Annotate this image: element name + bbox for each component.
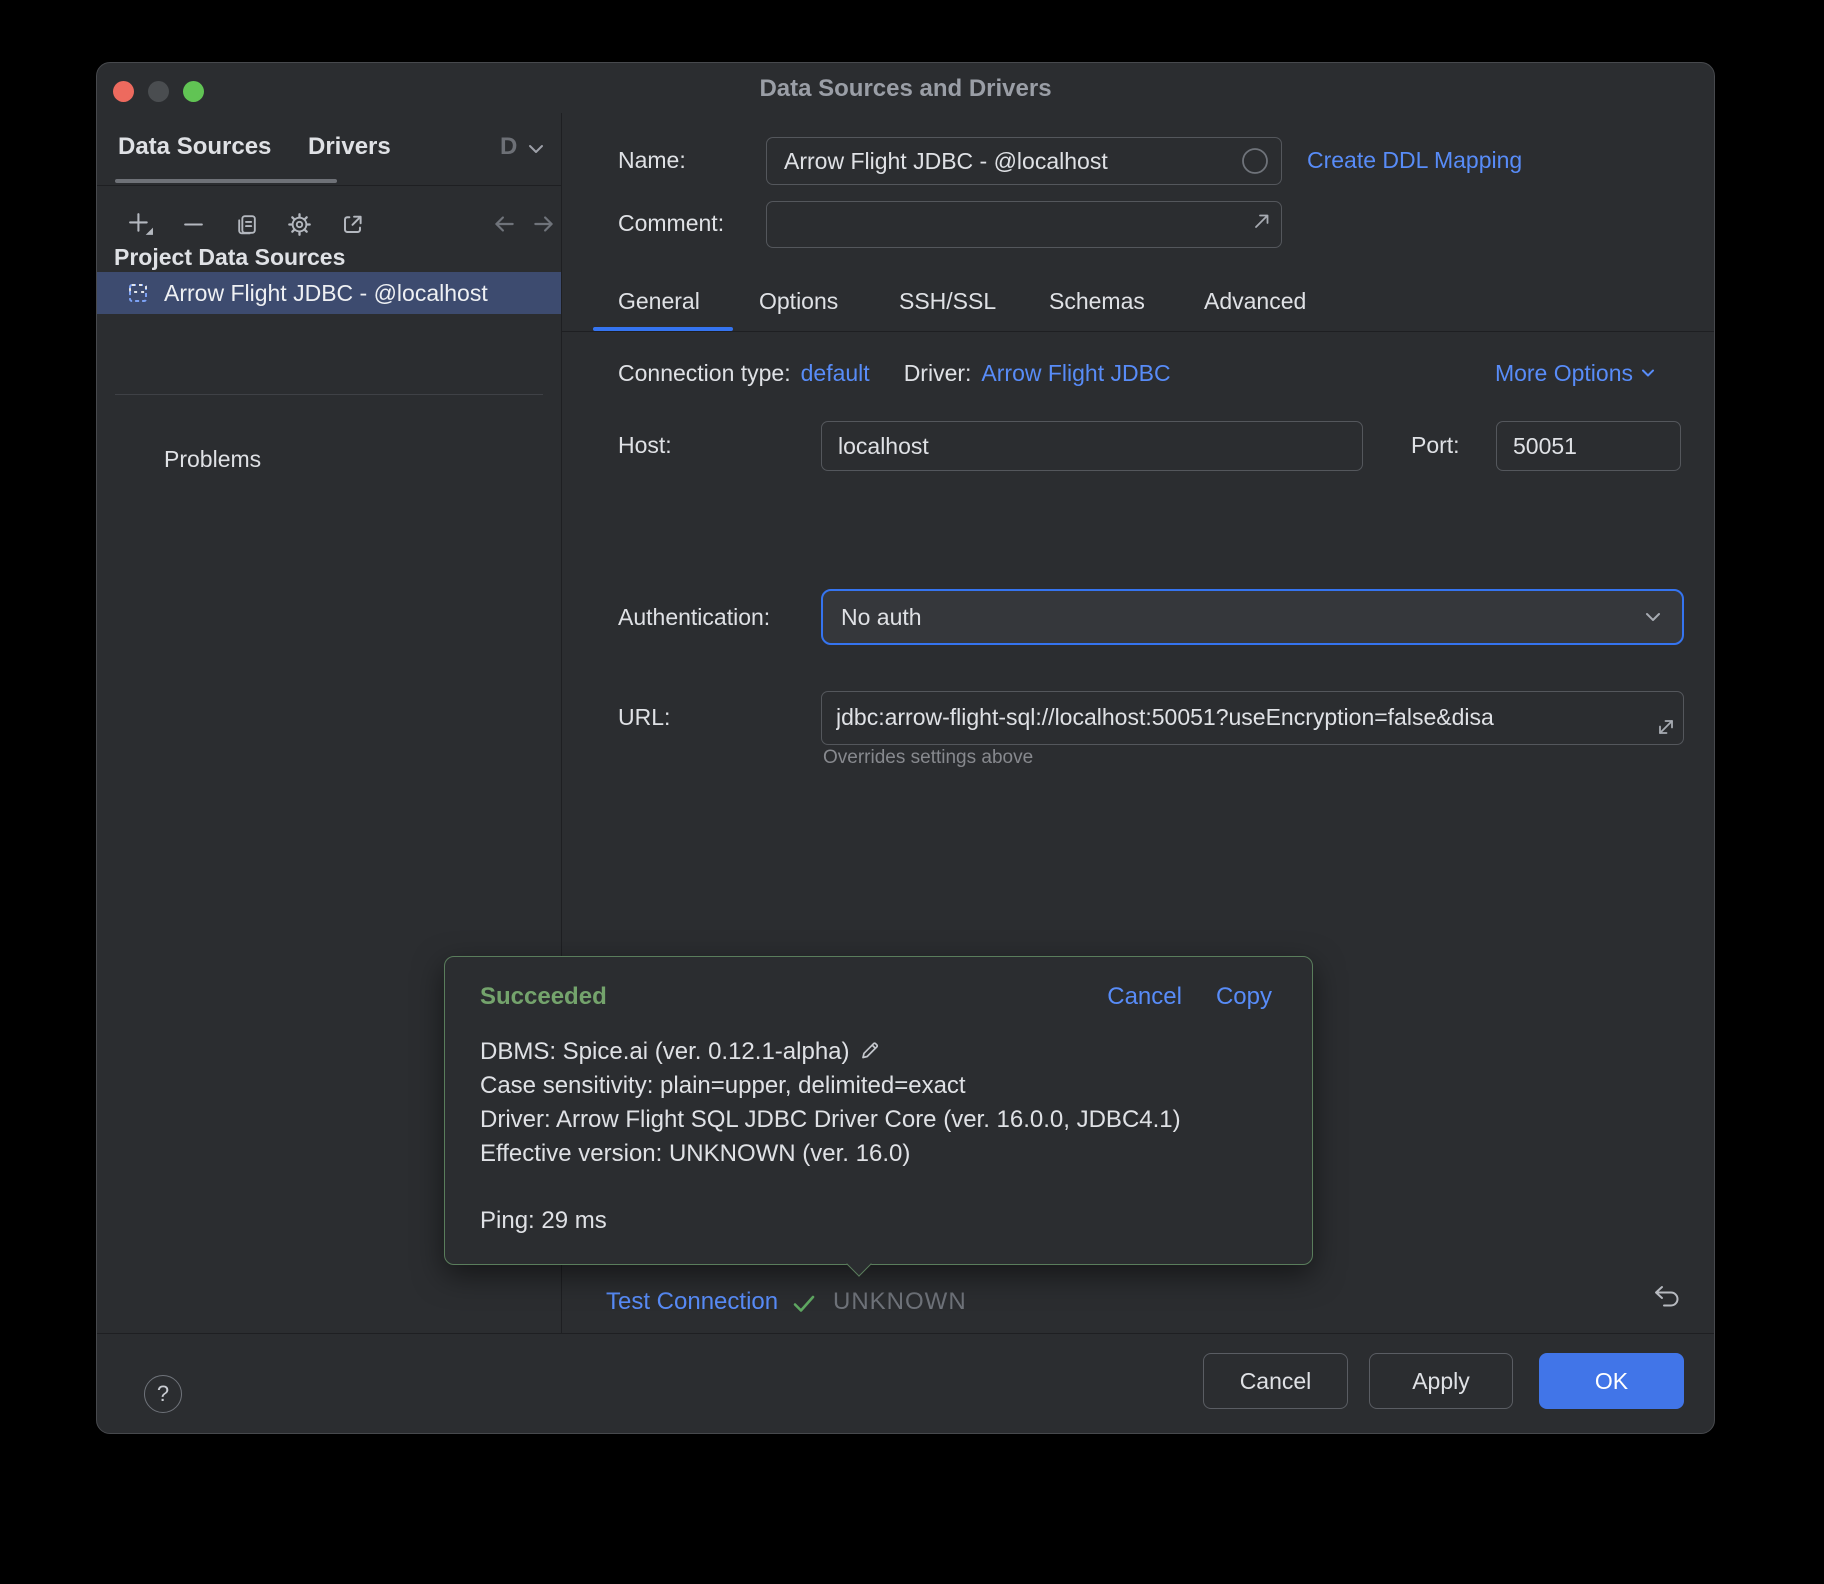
authentication-value: No auth bbox=[841, 591, 922, 643]
url-value: jdbc:arrow-flight-sql://localhost:50051?… bbox=[836, 692, 1664, 742]
refresh-circle-icon bbox=[1241, 147, 1269, 175]
checkmark-icon bbox=[791, 1291, 817, 1317]
expand-comment-icon[interactable] bbox=[1250, 209, 1274, 233]
port-label: Port: bbox=[1411, 421, 1460, 469]
name-input[interactable]: Arrow Flight JDBC - @localhost bbox=[766, 137, 1282, 185]
add-icon[interactable] bbox=[123, 207, 157, 241]
sidebar-tab-bar: Data Sources Drivers D bbox=[97, 113, 561, 186]
driver-info: Driver: Arrow Flight SQL JDBC Driver Cor… bbox=[480, 1103, 1181, 1137]
dbms-info: DBMS: Spice.ai (ver. 0.12.1-alpha) bbox=[480, 1038, 850, 1065]
chevron-down-icon bbox=[1642, 606, 1664, 628]
remove-icon[interactable] bbox=[176, 207, 210, 241]
chevron-down-icon bbox=[1639, 364, 1657, 382]
more-options-label: More Options bbox=[1495, 360, 1633, 387]
tab-advanced[interactable]: Advanced bbox=[1204, 283, 1306, 319]
pencil-icon[interactable] bbox=[858, 1038, 882, 1062]
project-data-sources-header: Project Data Sources bbox=[114, 244, 345, 271]
undo-icon[interactable] bbox=[1651, 1282, 1683, 1314]
sidebar-item-problems[interactable]: Problems bbox=[164, 446, 261, 473]
driver-label: Driver: bbox=[904, 360, 972, 387]
data-source-icon bbox=[127, 282, 149, 304]
tab-data-sources[interactable]: Data Sources bbox=[118, 127, 271, 167]
driver-value-link[interactable]: Arrow Flight JDBC bbox=[981, 360, 1170, 387]
connection-type-label: Connection type: bbox=[618, 360, 791, 387]
connection-type-value-link[interactable]: default bbox=[801, 360, 870, 387]
comment-label: Comment: bbox=[618, 201, 724, 246]
tab-ddl-truncated[interactable]: D bbox=[500, 127, 517, 167]
ok-button[interactable]: OK bbox=[1539, 1353, 1684, 1409]
create-ddl-mapping-link[interactable]: Create DDL Mapping bbox=[1307, 137, 1522, 183]
open-in-new-window-icon[interactable] bbox=[335, 207, 369, 241]
data-source-list-item-selected[interactable]: Arrow Flight JDBC - @localhost bbox=[97, 272, 561, 314]
active-tab-indicator bbox=[115, 179, 337, 183]
effective-version-info: Effective version: UNKNOWN (ver. 16.0) bbox=[480, 1137, 1181, 1171]
port-input[interactable]: 50051 bbox=[1496, 421, 1681, 471]
url-label: URL: bbox=[618, 691, 670, 743]
gear-icon[interactable] bbox=[282, 207, 316, 241]
popup-copy-link[interactable]: Copy bbox=[1216, 983, 1272, 1011]
title-bar: Data Sources and Drivers bbox=[97, 63, 1714, 113]
duplicate-icon[interactable] bbox=[229, 207, 263, 241]
more-options-link[interactable]: More Options bbox=[1495, 357, 1657, 389]
tab-drivers[interactable]: Drivers bbox=[308, 127, 391, 167]
window-title: Data Sources and Drivers bbox=[97, 63, 1714, 115]
name-value: Arrow Flight JDBC - @localhost bbox=[784, 138, 1108, 184]
test-connection-link[interactable]: Test Connection bbox=[606, 1288, 778, 1316]
screen: Data Sources and Drivers Data Sources Dr… bbox=[0, 0, 1824, 1584]
footer: ? Cancel Apply OK bbox=[97, 1334, 1714, 1432]
tab-general[interactable]: General bbox=[618, 283, 700, 319]
sidebar-divider bbox=[115, 394, 543, 395]
connection-type-row: Connection type: default Driver: Arrow F… bbox=[618, 357, 1171, 389]
data-source-name: Arrow Flight JDBC - @localhost bbox=[164, 280, 488, 307]
test-connection-result-popup: Succeeded Cancel Copy DBMS: Spice.ai (ve… bbox=[444, 956, 1313, 1265]
tab-options[interactable]: Options bbox=[759, 283, 838, 319]
tab-ssh-ssl[interactable]: SSH/SSL bbox=[899, 283, 996, 319]
test-result-text: UNKNOWN bbox=[833, 1288, 967, 1316]
case-sensitivity-info: Case sensitivity: plain=upper, delimited… bbox=[480, 1069, 1181, 1103]
url-input[interactable]: jdbc:arrow-flight-sql://localhost:50051?… bbox=[821, 691, 1684, 745]
popup-cancel-link[interactable]: Cancel bbox=[1107, 983, 1182, 1011]
forward-arrow-icon[interactable] bbox=[527, 207, 561, 241]
tab-overflow-chevron-icon[interactable] bbox=[525, 138, 547, 160]
help-button[interactable]: ? bbox=[144, 1375, 182, 1413]
status-succeeded: Succeeded bbox=[480, 983, 607, 1011]
url-hint-text: Overrides settings above bbox=[823, 747, 1033, 769]
host-value: localhost bbox=[838, 422, 929, 470]
port-value: 50051 bbox=[1513, 422, 1577, 470]
comment-input[interactable] bbox=[766, 201, 1282, 248]
authentication-select[interactable]: No auth bbox=[821, 589, 1684, 645]
name-label: Name: bbox=[618, 137, 686, 183]
host-label: Host: bbox=[618, 421, 672, 469]
ping-info: Ping: 29 ms bbox=[480, 1204, 1181, 1238]
authentication-label: Authentication: bbox=[618, 589, 770, 645]
host-input[interactable]: localhost bbox=[821, 421, 1363, 471]
tab-bar-divider bbox=[562, 331, 1714, 332]
cancel-button[interactable]: Cancel bbox=[1203, 1353, 1348, 1409]
data-sources-dialog: Data Sources and Drivers Data Sources Dr… bbox=[96, 62, 1715, 1434]
apply-button[interactable]: Apply bbox=[1369, 1353, 1513, 1409]
settings-tab-bar: General Options SSH/SSL Schemas Advanced bbox=[562, 283, 1714, 331]
popup-details: DBMS: Spice.ai (ver. 0.12.1-alpha) Case … bbox=[480, 1035, 1181, 1238]
expand-url-icon[interactable] bbox=[1654, 715, 1678, 739]
tab-schemas[interactable]: Schemas bbox=[1049, 283, 1145, 319]
back-arrow-icon[interactable] bbox=[487, 207, 521, 241]
